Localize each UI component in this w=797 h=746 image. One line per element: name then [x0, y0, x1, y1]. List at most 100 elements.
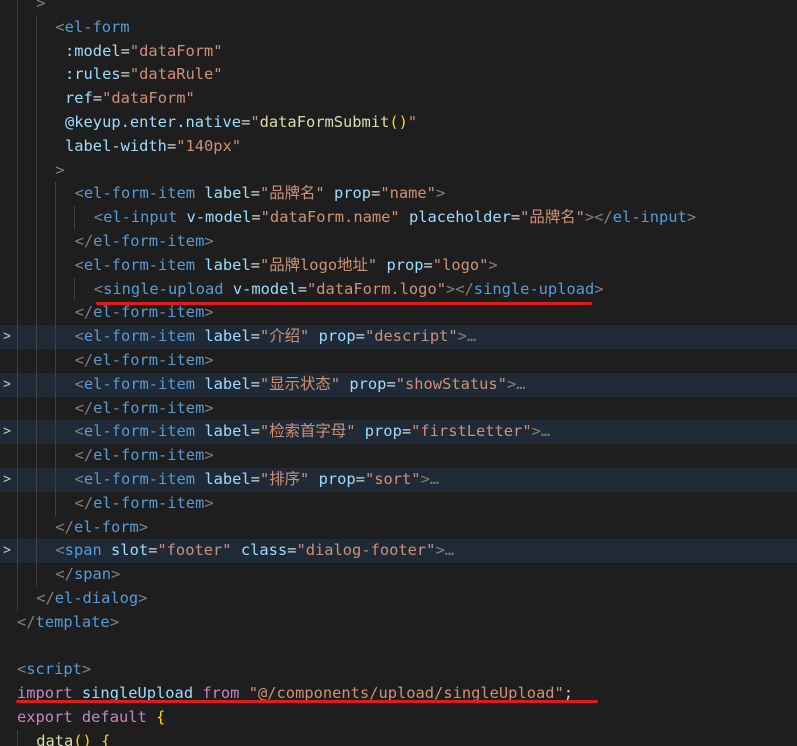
code-text: <el-form-item label="排序" prop="sort">…: [75, 468, 440, 492]
indent-guide: [36, 539, 37, 564]
code-line[interactable]: data() {: [0, 729, 797, 746]
code-token: label: [204, 327, 251, 346]
code-token: <: [74, 184, 84, 203]
code-line[interactable]: </template>: [0, 611, 797, 635]
code-token: el-form: [73, 517, 139, 536]
fold-chevron-icon[interactable]: >: [0, 373, 14, 397]
indent-guide: [36, 444, 37, 468]
code-line[interactable]: > <span slot="footer" class="dialog-foote…: [0, 539, 797, 564]
annotation-underline: [16, 700, 598, 703]
fold-chevron-icon[interactable]: >: [0, 468, 14, 492]
code-token: el-input: [612, 208, 687, 227]
code-line[interactable]: >: [0, 158, 797, 183]
indent-guide: [55, 301, 56, 326]
code-token: >: [204, 232, 214, 250]
code-token: =: [250, 470, 260, 488]
code-token: el-form-item: [83, 422, 196, 441]
code-line[interactable]: > <el-form-item label="显示状态" prop="showSt…: [0, 372, 797, 397]
code-token: ref: [65, 89, 93, 108]
code-line[interactable]: > <el-form-item label="检索首字母" prop="first…: [0, 420, 797, 445]
indent-guide: [36, 277, 37, 302]
code-token: =: [250, 255, 260, 274]
indent-guide: [55, 491, 56, 516]
code-token: </: [17, 612, 36, 631]
code-token: >: [55, 160, 65, 179]
code-line[interactable]: </el-form-item>: [0, 444, 797, 468]
code-line[interactable]: [0, 635, 797, 659]
code-token: …: [516, 374, 526, 393]
code-text: <el-form-item label="显示状态" prop="showSta…: [75, 373, 526, 397]
code-text: ref="dataForm": [65, 87, 195, 111]
code-line[interactable]: <el-form: [0, 15, 797, 40]
code-token: label: [204, 184, 251, 203]
code-token: "介绍": [259, 327, 310, 346]
code-text: </el-dialog>: [36, 587, 147, 611]
code-line[interactable]: :model="dataForm": [0, 39, 797, 64]
code-token: =: [166, 136, 177, 155]
code-text: </span>: [55, 563, 120, 587]
code-token: <: [93, 279, 104, 298]
code-line[interactable]: > <el-form-item label="排序" prop="sort">…: [0, 468, 797, 492]
code-line[interactable]: label-width="140px": [0, 134, 797, 159]
code-token: "firstLetter": [411, 422, 532, 441]
code-token: label-width: [65, 136, 167, 155]
code-line[interactable]: </el-form-item>: [0, 230, 797, 254]
fold-chevron-icon[interactable]: >: [0, 325, 14, 349]
code-line[interactable]: </el-dialog>: [0, 587, 797, 611]
indent-guide: [17, 182, 18, 207]
code-line[interactable]: <el-form-item label="品牌名" prop="name">: [0, 182, 797, 207]
fold-chevron-icon[interactable]: >: [0, 420, 14, 444]
code-line[interactable]: <el-form-item label="品牌logo地址" prop="log…: [0, 253, 797, 278]
indent-guide: [17, 587, 18, 611]
code-token: </: [74, 351, 94, 369]
code-text: </el-form-item>: [75, 492, 214, 516]
code-text: </el-form-item>: [75, 397, 214, 421]
code-line[interactable]: > <el-form-item label="介绍" prop="descript…: [0, 325, 797, 349]
code-line[interactable]: :rules="dataRule": [0, 63, 797, 88]
indent-guide: [36, 206, 37, 230]
code-token: label: [204, 374, 251, 393]
code-line[interactable]: </el-form-item>: [0, 491, 797, 516]
indent-guide: [36, 468, 37, 492]
code-token: >: [488, 255, 498, 274]
code-text: <el-form-item label="检索首字母" prop="firstL…: [75, 420, 551, 444]
indent-guide: [17, 729, 18, 746]
code-line[interactable]: </span>: [0, 563, 797, 587]
code-line[interactable]: ref="dataForm": [0, 87, 797, 111]
indent-guide: [55, 253, 56, 278]
code-line[interactable]: @keyup.enter.native="dataFormSubmit()": [0, 111, 797, 135]
code-token: el-form-item: [93, 351, 205, 369]
code-token: </: [74, 303, 94, 322]
indent-guide: [36, 39, 37, 64]
code-line[interactable]: </el-form-item>: [0, 349, 797, 373]
code-token: …: [444, 541, 454, 560]
code-line[interactable]: export default {: [0, 706, 797, 730]
code-token: >: [204, 351, 214, 369]
indent-guide: [55, 230, 56, 254]
code-token: :model: [65, 41, 121, 60]
code-token: el-dialog: [54, 589, 139, 607]
code-token: …: [429, 470, 440, 488]
fold-chevron-icon[interactable]: >: [0, 539, 14, 563]
code-line[interactable]: >: [0, 0, 797, 16]
code-line[interactable]: </el-form-item>: [0, 396, 797, 421]
indent-guide: [17, 111, 18, 135]
code-token: =: [120, 41, 130, 60]
code-token: "name": [380, 184, 436, 203]
code-line[interactable]: <el-input v-model="dataForm.name" placeh…: [0, 206, 797, 230]
code-token: >: [204, 303, 214, 322]
code-line[interactable]: </el-form>: [0, 515, 797, 540]
code-text: >: [36, 0, 45, 16]
code-token: >: [531, 422, 541, 441]
code-token: …: [466, 327, 477, 346]
code-editor[interactable]: > <el-form:model="dataForm":rules="dataRu…: [0, 0, 797, 746]
code-line[interactable]: <script>: [0, 658, 797, 682]
code-line[interactable]: <single-upload v-model="dataForm.logo"><…: [0, 277, 797, 302]
